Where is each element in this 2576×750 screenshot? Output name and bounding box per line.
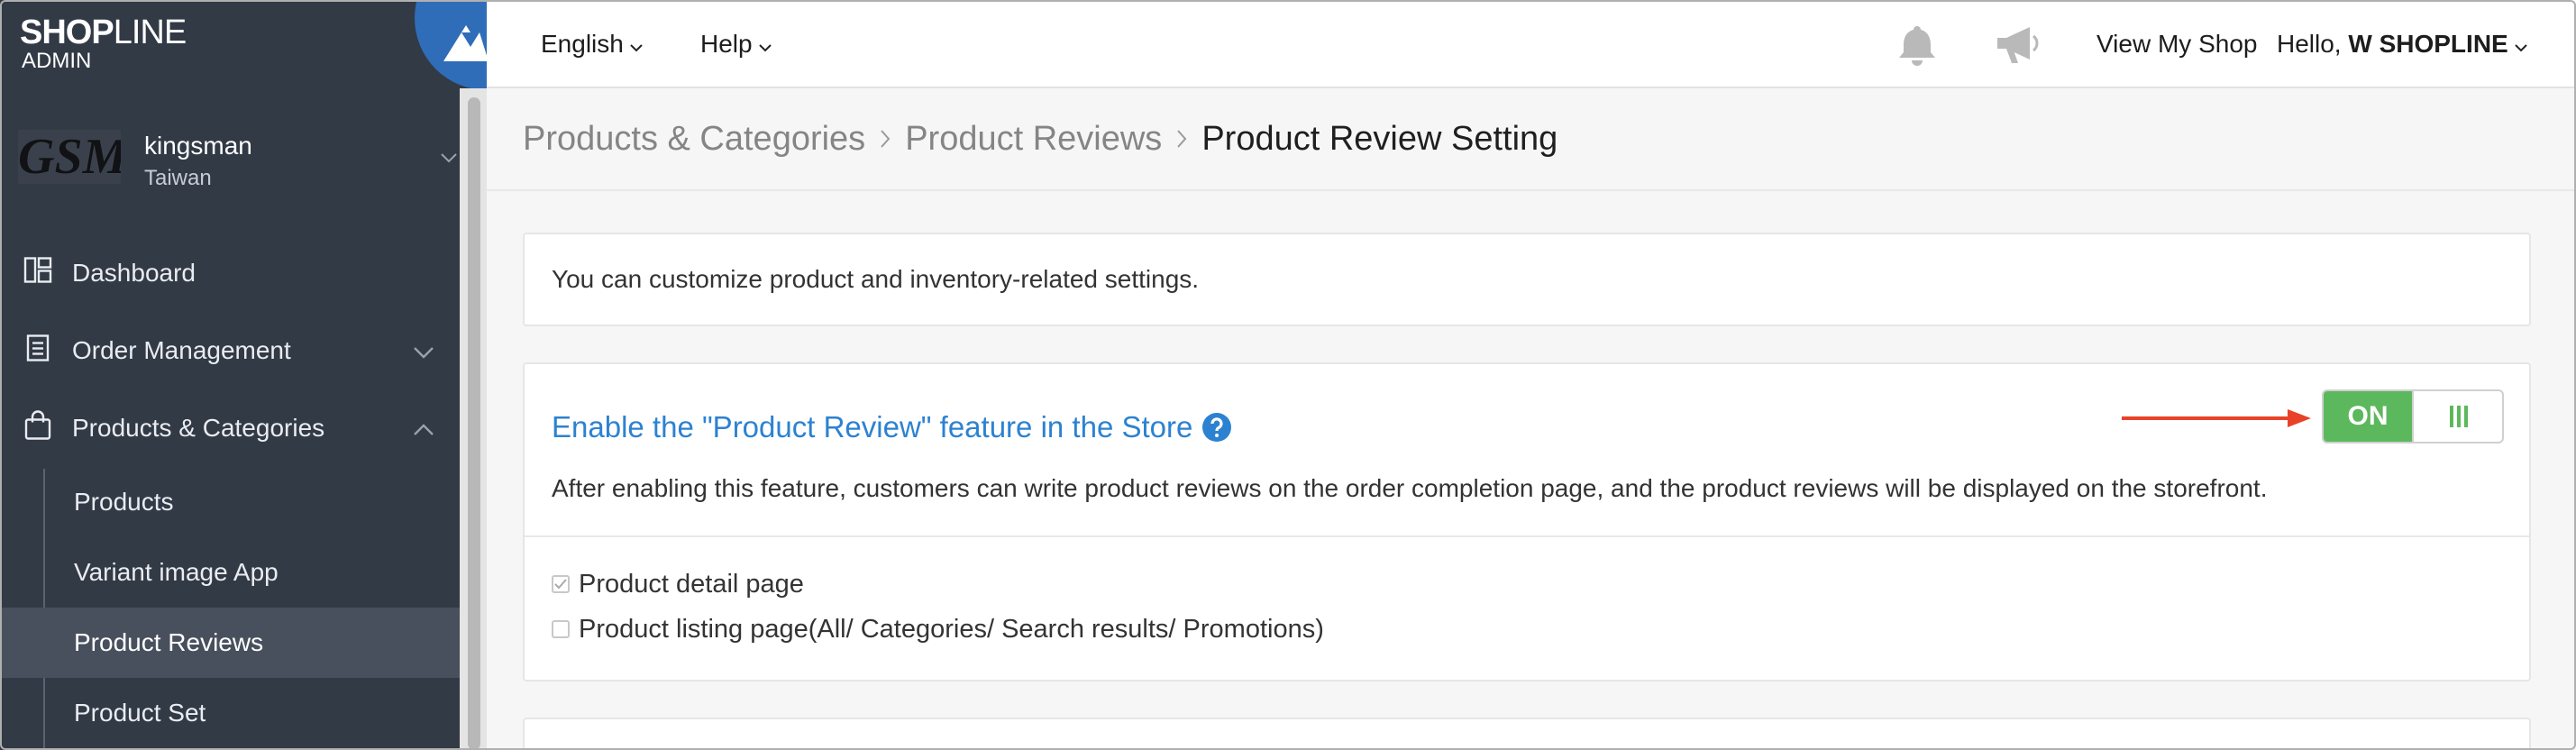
sidebar-item-products-categories[interactable]: Products & Categories (0, 389, 460, 467)
logo-thin: LINE (113, 14, 187, 51)
chevron-right-icon (1176, 129, 1187, 149)
breadcrumb: Products & Categories Product Reviews Pr… (523, 114, 1557, 164)
megaphone-icon[interactable] (1994, 0, 2042, 88)
sidebar-item-label: Products & Categories (72, 414, 325, 442)
sidebar-subitem-product-set[interactable]: Product Set (0, 678, 460, 748)
user-name: W SHOPLINE (2348, 30, 2508, 58)
sidebar-subitem-products[interactable]: Products (0, 467, 460, 537)
store-logo: GSM (18, 130, 121, 184)
language-label: English (541, 30, 624, 58)
greeting-label: Hello, (2277, 30, 2349, 58)
toggle-on-label: ON (2324, 391, 2412, 442)
store-switcher[interactable]: GSM kingsman Taiwan (0, 106, 460, 216)
store-region: Taiwan (144, 166, 212, 190)
sidebar-subitem-label: Variant image App (74, 558, 279, 586)
user-menu[interactable]: Hello, W SHOPLINE (2277, 0, 2528, 88)
dashboard-icon (23, 256, 52, 291)
chevron-right-icon (880, 129, 891, 149)
question-circle-icon[interactable] (1201, 412, 1232, 443)
info-text: You can customize product and inventory-… (552, 265, 1200, 293)
order-icon (23, 334, 52, 369)
feature-description: After enabling this feature, customers c… (552, 474, 2268, 502)
red-arrow-annotation (2122, 409, 2311, 427)
bell-icon[interactable] (1895, 0, 1940, 88)
breadcrumb-product-reviews[interactable]: Product Reviews (905, 120, 1162, 159)
bag-icon (23, 410, 52, 447)
sidebar-subitem-product-reviews[interactable]: Product Reviews (0, 608, 460, 678)
logo-subtitle: ADMIN (22, 49, 92, 73)
feature-divider (525, 535, 2529, 537)
breadcrumb-products-categories[interactable]: Products & Categories (523, 120, 865, 159)
language-dropdown[interactable]: English (541, 0, 644, 88)
checkbox-checked[interactable] (552, 575, 570, 593)
option-label: Product listing page(All/ Categories/ Se… (579, 614, 1324, 644)
chevron-up-icon (413, 414, 434, 443)
sidebar-subitem-label: Product Reviews (74, 628, 264, 656)
logo-bar: SHOPLINE ADMIN (0, 0, 487, 90)
chevron-down-icon (413, 336, 434, 365)
store-name: kingsman (144, 132, 252, 160)
grip-icon (2412, 391, 2502, 442)
help-label: Help (700, 30, 753, 58)
feature-title: Enable the "Product Review" feature in t… (552, 400, 1232, 454)
sidebar-item-label: Order Management (72, 336, 291, 364)
sidebar-item-dashboard[interactable]: Dashboard (0, 234, 460, 312)
sidebar-subitem-variant-image-app[interactable]: Variant image App (0, 537, 460, 608)
checkbox-unchecked[interactable] (552, 620, 570, 638)
help-dropdown[interactable]: Help (700, 0, 772, 88)
feature-toggle-switch[interactable]: ON (2322, 389, 2504, 444)
option-label: Product detail page (579, 569, 804, 599)
shopline-logo[interactable]: SHOPLINE ADMIN (20, 14, 187, 73)
chevron-down-icon (758, 30, 772, 59)
sidebar-subitem-label: Product Set (74, 699, 206, 727)
view-my-shop-link[interactable]: View My Shop (2096, 0, 2257, 88)
logo-bold: SHOP (20, 14, 114, 51)
view-my-shop-label: View My Shop (2096, 30, 2258, 58)
chevron-down-icon (629, 30, 644, 59)
sidebar-scrollbar-thumb[interactable] (468, 97, 480, 750)
header-divider (487, 189, 2576, 191)
chevron-down-icon[interactable] (440, 151, 458, 169)
option-product-detail-page[interactable]: Product detail page (552, 566, 804, 602)
sidebar: SHOPLINE ADMIN GSM kingsman Taiwan Dashb… (0, 0, 487, 750)
info-card: You can customize product and inventory-… (523, 233, 2531, 326)
breadcrumb-current: Product Review Setting (1201, 119, 1558, 158)
option-product-listing-page[interactable]: Product listing page(All/ Categories/ Se… (552, 611, 1324, 647)
next-settings-card (523, 718, 2531, 750)
sidebar-subitem-label: Products (74, 488, 174, 516)
logo-badge-icon (415, 0, 487, 90)
sidebar-item-order-management[interactable]: Order Management (0, 312, 460, 389)
feature-title-text: Enable the "Product Review" feature in t… (552, 410, 1193, 444)
top-bar: English Help View My Shop Hello, W SHOPL… (487, 0, 2576, 88)
sidebar-item-label: Dashboard (72, 259, 196, 287)
chevron-down-icon (2514, 30, 2528, 59)
